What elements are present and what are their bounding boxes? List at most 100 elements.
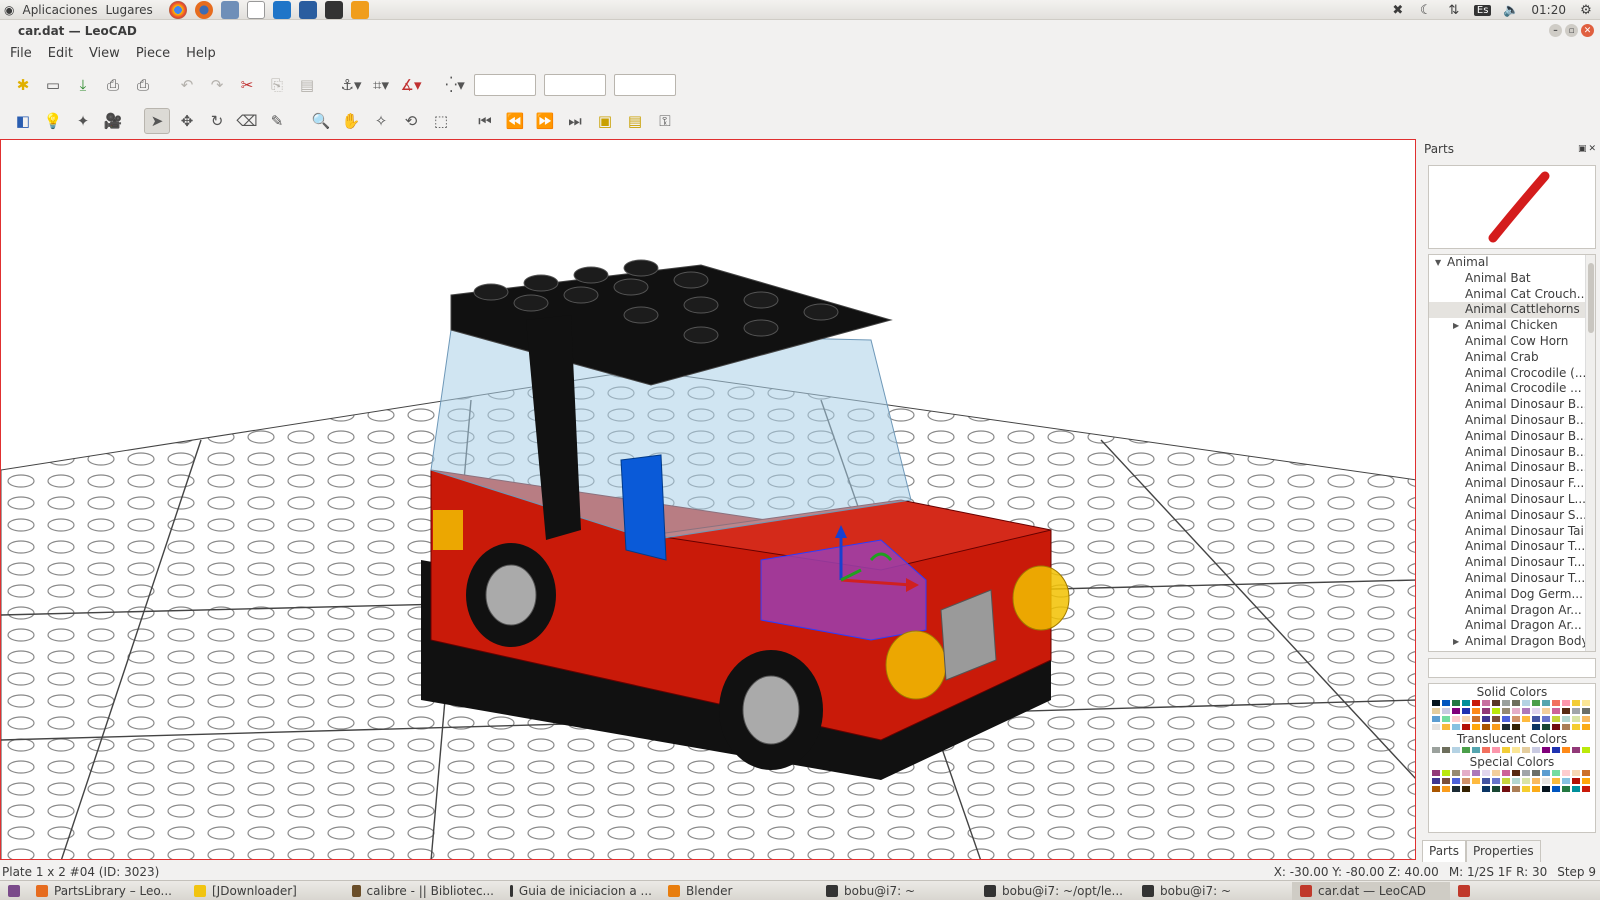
taskbar-item[interactable]: [JDownloader] <box>186 882 344 900</box>
menu-view[interactable]: View <box>89 46 120 61</box>
tree-item[interactable]: Animal Dragon Ar... <box>1429 618 1595 634</box>
color-swatch[interactable] <box>1521 723 1531 731</box>
paste-icon[interactable]: ▤ <box>294 72 320 98</box>
color-swatch[interactable] <box>1491 715 1501 723</box>
color-swatch[interactable] <box>1481 723 1491 731</box>
color-swatch[interactable] <box>1481 746 1491 754</box>
tree-item[interactable]: Animal Dinosaur T... <box>1429 555 1595 571</box>
color-swatch[interactable] <box>1451 707 1461 715</box>
color-swatch[interactable] <box>1561 777 1571 785</box>
color-swatch[interactable] <box>1431 699 1441 707</box>
rotate-tool-icon[interactable]: ↻ <box>204 108 230 134</box>
color-swatch[interactable] <box>1531 715 1541 723</box>
taskbar-item[interactable]: bobu@i7: ~ <box>1134 882 1292 900</box>
3d-viewport[interactable] <box>0 139 1416 860</box>
color-swatch[interactable] <box>1501 699 1511 707</box>
parts-tree[interactable]: ▼ Animal Animal Bat Animal Cat Crouch... Ani… <box>1428 254 1596 652</box>
color-swatch[interactable] <box>1431 707 1441 715</box>
paint-tool-icon[interactable]: ✎ <box>264 108 290 134</box>
color-swatch[interactable] <box>1551 715 1561 723</box>
transform-x-input[interactable] <box>474 74 536 96</box>
color-swatch[interactable] <box>1451 723 1461 731</box>
color-swatch[interactable] <box>1461 723 1471 731</box>
color-swatch[interactable] <box>1531 723 1541 731</box>
tree-item[interactable]: ▶ Animal Dragon Body <box>1429 634 1595 650</box>
color-swatch[interactable] <box>1511 699 1521 707</box>
color-swatch[interactable] <box>1571 715 1581 723</box>
color-swatch[interactable] <box>1541 715 1551 723</box>
expand-right-icon[interactable]: ▶ <box>1453 318 1459 334</box>
color-swatch[interactable] <box>1461 699 1471 707</box>
color-swatch[interactable] <box>1531 746 1541 754</box>
snap-move-icon[interactable]: ⚓▾ <box>338 72 364 98</box>
insert-step-icon[interactable]: ▣ <box>592 108 618 134</box>
color-swatch[interactable] <box>1521 746 1531 754</box>
tree-item[interactable]: Animal Cat Crouch... <box>1429 287 1595 303</box>
color-swatch[interactable] <box>1541 699 1551 707</box>
transform-z-input[interactable] <box>614 74 676 96</box>
taskbar-item[interactable]: Blender <box>660 882 818 900</box>
color-picker[interactable]: Solid Colors Translucent Colors Special … <box>1428 683 1596 833</box>
color-swatch[interactable] <box>1461 777 1471 785</box>
close-panel-icon[interactable]: ✕ <box>1588 144 1596 154</box>
moon-icon[interactable]: ☾ <box>1418 2 1434 18</box>
color-swatch[interactable] <box>1581 723 1591 731</box>
color-swatch[interactable] <box>1441 699 1451 707</box>
special-colors-grid[interactable] <box>1429 769 1595 793</box>
zoom-tool-icon[interactable]: 🔍 <box>308 108 334 134</box>
remove-step-icon[interactable]: ▤ <box>622 108 648 134</box>
terminal-icon[interactable] <box>324 0 343 19</box>
color-swatch[interactable] <box>1561 699 1571 707</box>
parts-search-input[interactable] <box>1428 658 1596 678</box>
color-swatch[interactable] <box>1481 699 1491 707</box>
color-swatch[interactable] <box>1501 707 1511 715</box>
color-swatch[interactable] <box>1581 777 1591 785</box>
color-swatch[interactable] <box>1551 769 1561 777</box>
color-swatch[interactable] <box>1501 777 1511 785</box>
print-icon[interactable]: ⎙ <box>100 72 126 98</box>
translucent-colors-grid[interactable] <box>1429 746 1595 754</box>
color-swatch[interactable] <box>1481 707 1491 715</box>
taskbar-item[interactable]: bobu@i7: ~/opt/le... <box>976 882 1134 900</box>
camera-icon[interactable]: 🎥 <box>100 108 126 134</box>
color-swatch[interactable] <box>1531 769 1541 777</box>
color-swatch[interactable] <box>1531 777 1541 785</box>
color-swatch[interactable] <box>1471 777 1481 785</box>
teamviewer-icon[interactable] <box>272 0 291 19</box>
menu-help[interactable]: Help <box>186 46 216 61</box>
tab-properties[interactable]: Properties <box>1465 840 1541 862</box>
tree-item[interactable]: Animal Dinosaur B... <box>1429 445 1595 461</box>
color-swatch[interactable] <box>1431 723 1441 731</box>
color-swatch[interactable] <box>1571 707 1581 715</box>
color-swatch[interactable] <box>1451 785 1461 793</box>
color-swatch[interactable] <box>1511 715 1521 723</box>
color-swatch[interactable] <box>1511 707 1521 715</box>
tree-item[interactable]: ▶ Animal Chicken <box>1429 318 1595 334</box>
color-swatch[interactable] <box>1481 769 1491 777</box>
color-swatch[interactable] <box>1471 785 1481 793</box>
color-swatch[interactable] <box>1431 785 1441 793</box>
color-swatch[interactable] <box>1581 707 1591 715</box>
color-swatch[interactable] <box>1581 785 1591 793</box>
network-icon[interactable]: ⇅ <box>1446 2 1462 18</box>
snap-grid-icon[interactable]: ⌗▾ <box>368 72 394 98</box>
color-swatch[interactable] <box>1511 785 1521 793</box>
light-icon[interactable]: 💡 <box>40 108 66 134</box>
color-swatch[interactable] <box>1571 699 1581 707</box>
tree-item[interactable]: Animal Crocodile (... <box>1429 366 1595 382</box>
color-swatch[interactable] <box>1541 707 1551 715</box>
color-swatch[interactable] <box>1561 715 1571 723</box>
undo-icon[interactable]: ↶ <box>174 72 200 98</box>
tree-item[interactable]: Animal Dinosaur F... <box>1429 476 1595 492</box>
applications-menu[interactable]: Aplicaciones <box>22 3 97 17</box>
color-swatch[interactable] <box>1461 715 1471 723</box>
color-swatch[interactable] <box>1431 769 1441 777</box>
zoom-region-icon[interactable]: ⬚ <box>428 108 454 134</box>
color-swatch[interactable] <box>1471 699 1481 707</box>
next-step-icon[interactable]: ⏩ <box>532 108 558 134</box>
rotate-view-icon[interactable]: ✧ <box>368 108 394 134</box>
trash-icon[interactable] <box>1450 882 1478 900</box>
color-swatch[interactable] <box>1451 715 1461 723</box>
color-swatch[interactable] <box>1521 777 1531 785</box>
color-swatch[interactable] <box>1431 777 1441 785</box>
